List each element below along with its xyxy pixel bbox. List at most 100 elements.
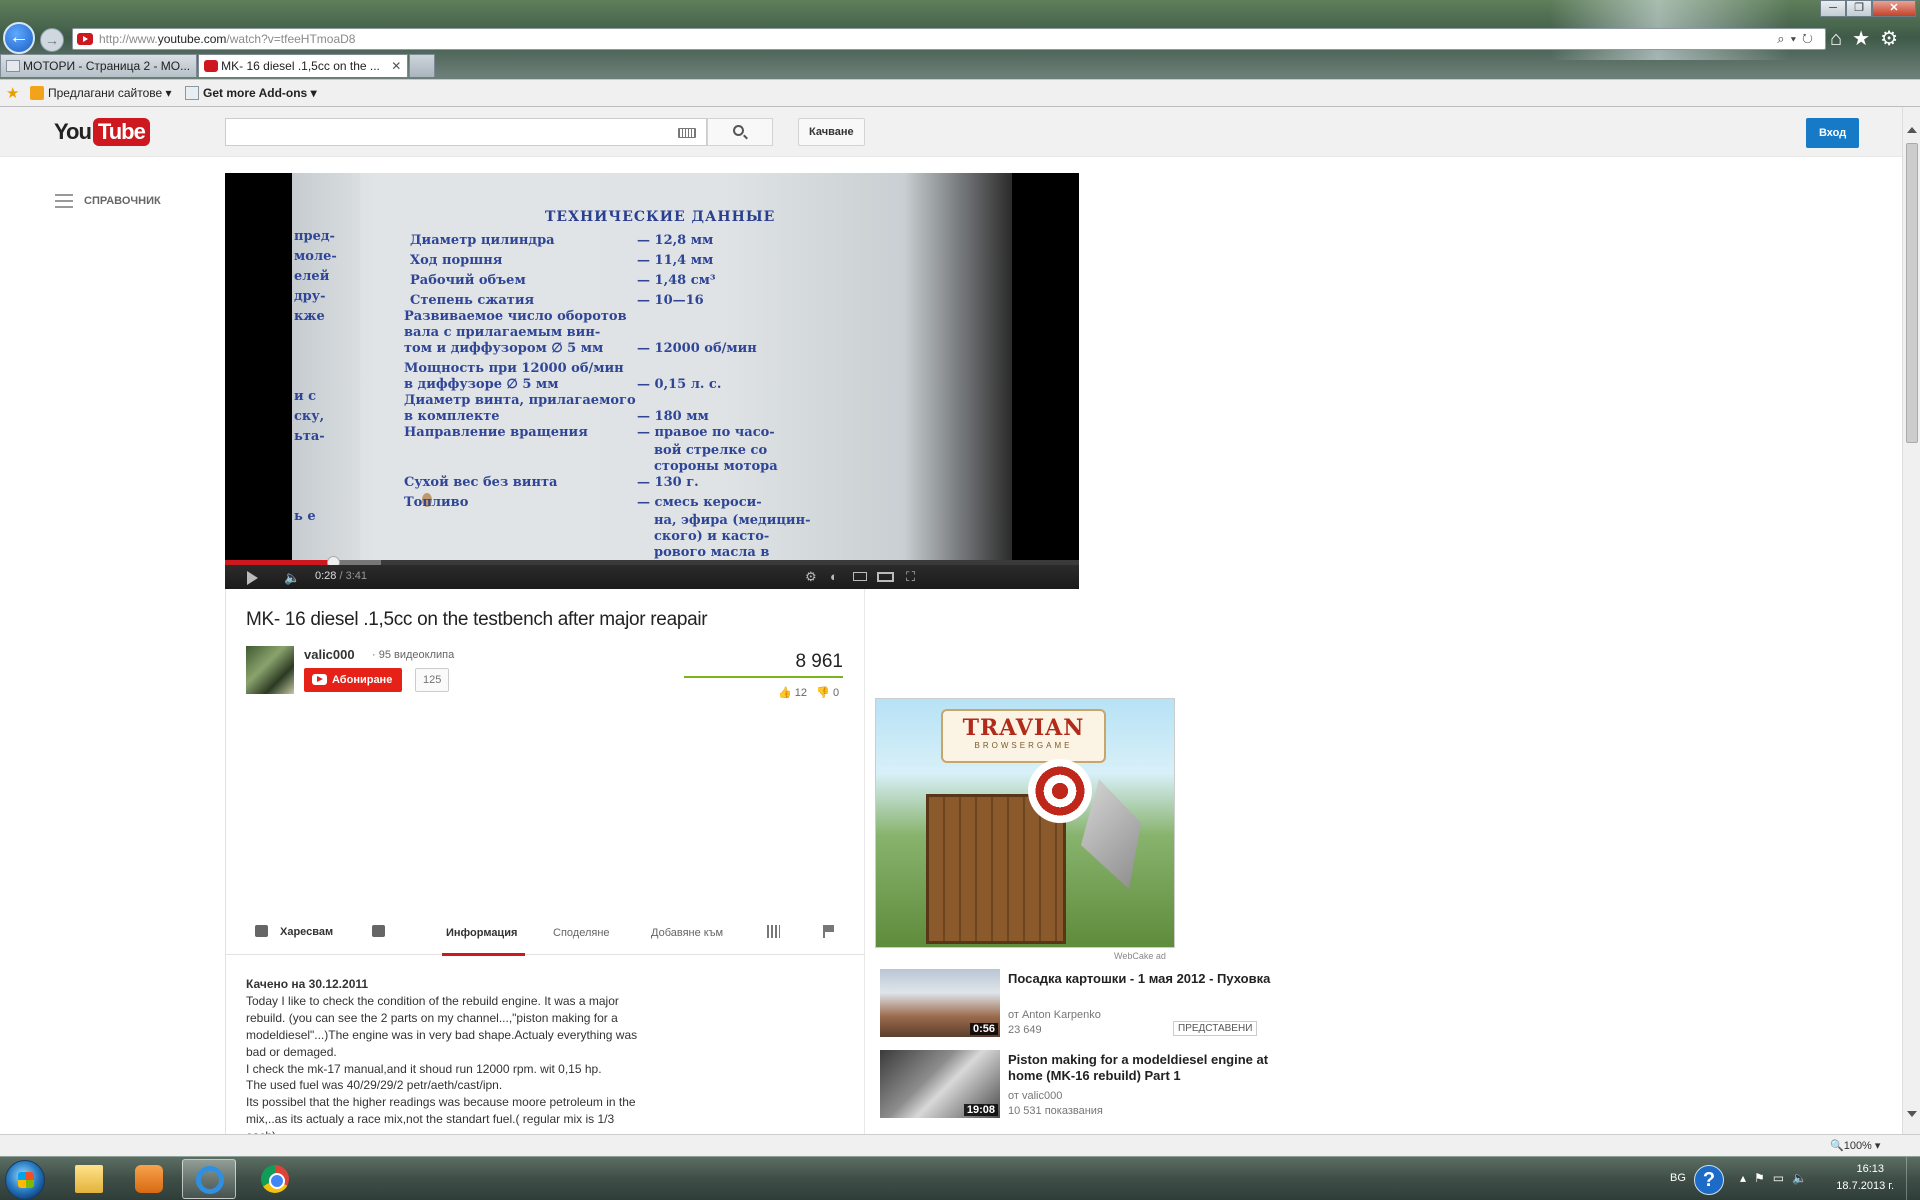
spec-value: — 11,4 мм xyxy=(637,253,714,268)
browser-toolbar-icons: ⌂★⚙ xyxy=(1830,26,1908,51)
annotations-icon[interactable]: ◐ xyxy=(830,569,838,584)
forward-button[interactable]: → xyxy=(40,28,64,52)
guide-menu[interactable]: СПРАВОЧНИК xyxy=(55,191,161,211)
gear-icon[interactable]: ⚙ xyxy=(1880,28,1908,50)
owner-avatar[interactable] xyxy=(246,646,294,694)
favorites-add-icon[interactable]: ★ xyxy=(6,84,19,102)
play-icon[interactable] xyxy=(247,571,258,585)
action-center-flag-icon[interactable]: ⚑ xyxy=(1754,1171,1773,1185)
subscribe-button[interactable]: Абониране xyxy=(304,668,403,692)
scrollbar-thumb[interactable] xyxy=(1906,143,1918,443)
taskbar-media-player[interactable] xyxy=(122,1159,176,1199)
address-bar[interactable]: http://www.youtube.com/watch?v=tfeeHTmoa… xyxy=(72,28,1826,50)
search-button[interactable] xyxy=(707,118,773,146)
thumbs-down-icon[interactable] xyxy=(372,925,385,937)
taskbar-internet-explorer[interactable] xyxy=(182,1159,236,1199)
clock-date[interactable]: 18.7.2013 г. xyxy=(1836,1180,1894,1192)
video-frame[interactable]: ТЕХНИЧЕСКИЕ ДАННЫЕ Диаметр цилиндра — 12,… xyxy=(292,173,1012,560)
taskbar-explorer[interactable] xyxy=(62,1159,116,1199)
time-display: 0:28 / 3:41 xyxy=(315,570,367,582)
small-player-icon[interactable] xyxy=(853,572,867,581)
folder-icon xyxy=(75,1165,103,1193)
scroll-down-icon[interactable] xyxy=(1907,1111,1917,1117)
youtube-logo[interactable]: You Tube xyxy=(54,118,150,146)
like-count: 12 xyxy=(794,687,808,699)
sign-in-button[interactable]: Вход xyxy=(1806,118,1860,148)
keyboard-icon[interactable] xyxy=(678,128,696,138)
like-button[interactable]: Харесвам xyxy=(255,925,333,938)
volume-icon[interactable]: 🔈 xyxy=(1792,1171,1815,1185)
refresh-icon[interactable]: ↻ xyxy=(1802,31,1819,46)
favorites-star-icon[interactable]: ★ xyxy=(1852,28,1880,50)
dislike-icon: 👎 xyxy=(816,687,830,699)
dropdown-icon[interactable]: ▾ xyxy=(1791,31,1802,46)
youtube-favicon-icon xyxy=(77,33,93,45)
spec-value: — 0,15 л. с. xyxy=(637,377,722,392)
restore-button[interactable]: ❐ xyxy=(1846,0,1872,17)
ad-brand-sub: BROWSERGAME xyxy=(974,741,1073,750)
tab-add-to[interactable]: Добавяне към xyxy=(651,927,723,939)
search-icon[interactable]: ⌕ xyxy=(1777,31,1790,46)
travian-ad[interactable]: TRAVIAN BROWSERGAME xyxy=(875,698,1175,948)
window-controls: ─ ❐ ✕ xyxy=(1820,0,1916,18)
dislike-count: 0 xyxy=(832,687,840,699)
related-video[interactable]: 0:56 Посадка картошки - 1 мая 2012 - Пух… xyxy=(880,969,1280,1037)
upload-button[interactable]: Качване xyxy=(798,118,865,146)
clock-time[interactable]: 16:13 xyxy=(1856,1163,1884,1175)
spec-label: в диффузоре ∅ 5 мм xyxy=(404,377,559,392)
tab-share[interactable]: Споделяне xyxy=(553,927,610,939)
video-thumbnail[interactable]: 0:56 xyxy=(880,969,1000,1037)
stats-icon[interactable] xyxy=(767,925,780,938)
address-url[interactable]: http://www.youtube.com/watch?v=tfeeHTmoa… xyxy=(99,32,355,46)
address-actions[interactable]: ⌕▾↻ xyxy=(1777,31,1819,47)
tab-info[interactable]: Информация xyxy=(446,927,517,939)
suggested-sites-link[interactable]: Предлагани сайтове ▾ xyxy=(30,86,172,100)
home-icon[interactable]: ⌂ xyxy=(1830,28,1852,50)
get-addons-link[interactable]: Get more Add-ons ▾ xyxy=(185,86,317,100)
show-hidden-icon[interactable]: ▴ xyxy=(1740,1171,1754,1185)
favorites-bar: ★ Предлагани сайтове ▾ Get more Add-ons … xyxy=(0,79,1920,107)
language-indicator[interactable]: BG xyxy=(1670,1172,1686,1184)
tab-youtube-video[interactable]: MK- 16 diesel .1,5cc on the ... ✕ xyxy=(198,54,409,77)
settings-gear-icon[interactable]: ⚙ xyxy=(805,569,817,585)
close-window-button[interactable]: ✕ xyxy=(1872,0,1916,17)
margin-text: и с xyxy=(294,389,317,404)
large-player-icon[interactable] xyxy=(877,572,894,582)
related-video-views: 10 531 показвания xyxy=(1008,1105,1103,1117)
back-button[interactable]: ← xyxy=(3,22,35,54)
spec-label: Ход поршня xyxy=(410,253,503,268)
related-video-author[interactable]: от Anton Karpenko xyxy=(1008,1009,1101,1021)
close-tab-icon[interactable]: ✕ xyxy=(391,55,401,77)
help-icon[interactable]: ? xyxy=(1694,1165,1724,1195)
owner-name-link[interactable]: valic000 xyxy=(304,647,355,662)
ad-brand: TRAVIAN xyxy=(962,715,1085,741)
page-scrollbar[interactable] xyxy=(1902,107,1920,1134)
related-video-title[interactable]: Piston making for a modeldiesel engine a… xyxy=(1008,1052,1273,1083)
search-input[interactable] xyxy=(225,118,707,146)
owner-video-count[interactable]: · 95 видеоклипа xyxy=(372,649,454,661)
tray-icons[interactable]: ▴⚑▭🔈 xyxy=(1740,1171,1815,1185)
video-player[interactable]: ТЕХНИЧЕСКИЕ ДАННЫЕ Диаметр цилиндра — 12,… xyxy=(225,173,1079,589)
tab-label: МОТОРИ - Страница 2 - МО... xyxy=(23,59,191,73)
related-video-title[interactable]: Посадка картошки - 1 мая 2012 - Пуховка xyxy=(1008,971,1273,987)
taskbar-chrome[interactable] xyxy=(248,1159,302,1199)
zoom-level[interactable]: 🔍100% ▾ xyxy=(1830,1139,1880,1152)
related-video-author[interactable]: от valic000 xyxy=(1008,1090,1062,1102)
minimize-button[interactable]: ─ xyxy=(1820,0,1846,17)
fullscreen-icon[interactable]: ⛶ xyxy=(906,569,915,585)
spec-label: в комплекте xyxy=(404,409,500,424)
volume-icon[interactable]: 🔈 xyxy=(284,570,300,586)
show-desktop-button[interactable] xyxy=(1906,1157,1920,1200)
video-thumbnail[interactable]: 19:08 xyxy=(880,1050,1000,1118)
tab-motori[interactable]: МОТОРИ - Страница 2 - МО... xyxy=(0,54,198,77)
spec-value: — 12,8 мм xyxy=(637,233,714,248)
page-icon xyxy=(185,86,199,100)
scroll-up-icon[interactable] xyxy=(1907,127,1917,133)
spec-value: стороны мотора xyxy=(654,459,778,474)
start-button[interactable] xyxy=(5,1160,45,1200)
flag-icon[interactable] xyxy=(823,925,834,938)
new-tab-button[interactable] xyxy=(409,54,436,77)
margin-text: дру- xyxy=(294,289,326,304)
related-video[interactable]: 19:08 Piston making for a modeldiesel en… xyxy=(880,1050,1280,1118)
network-icon[interactable]: ▭ xyxy=(1773,1171,1792,1185)
